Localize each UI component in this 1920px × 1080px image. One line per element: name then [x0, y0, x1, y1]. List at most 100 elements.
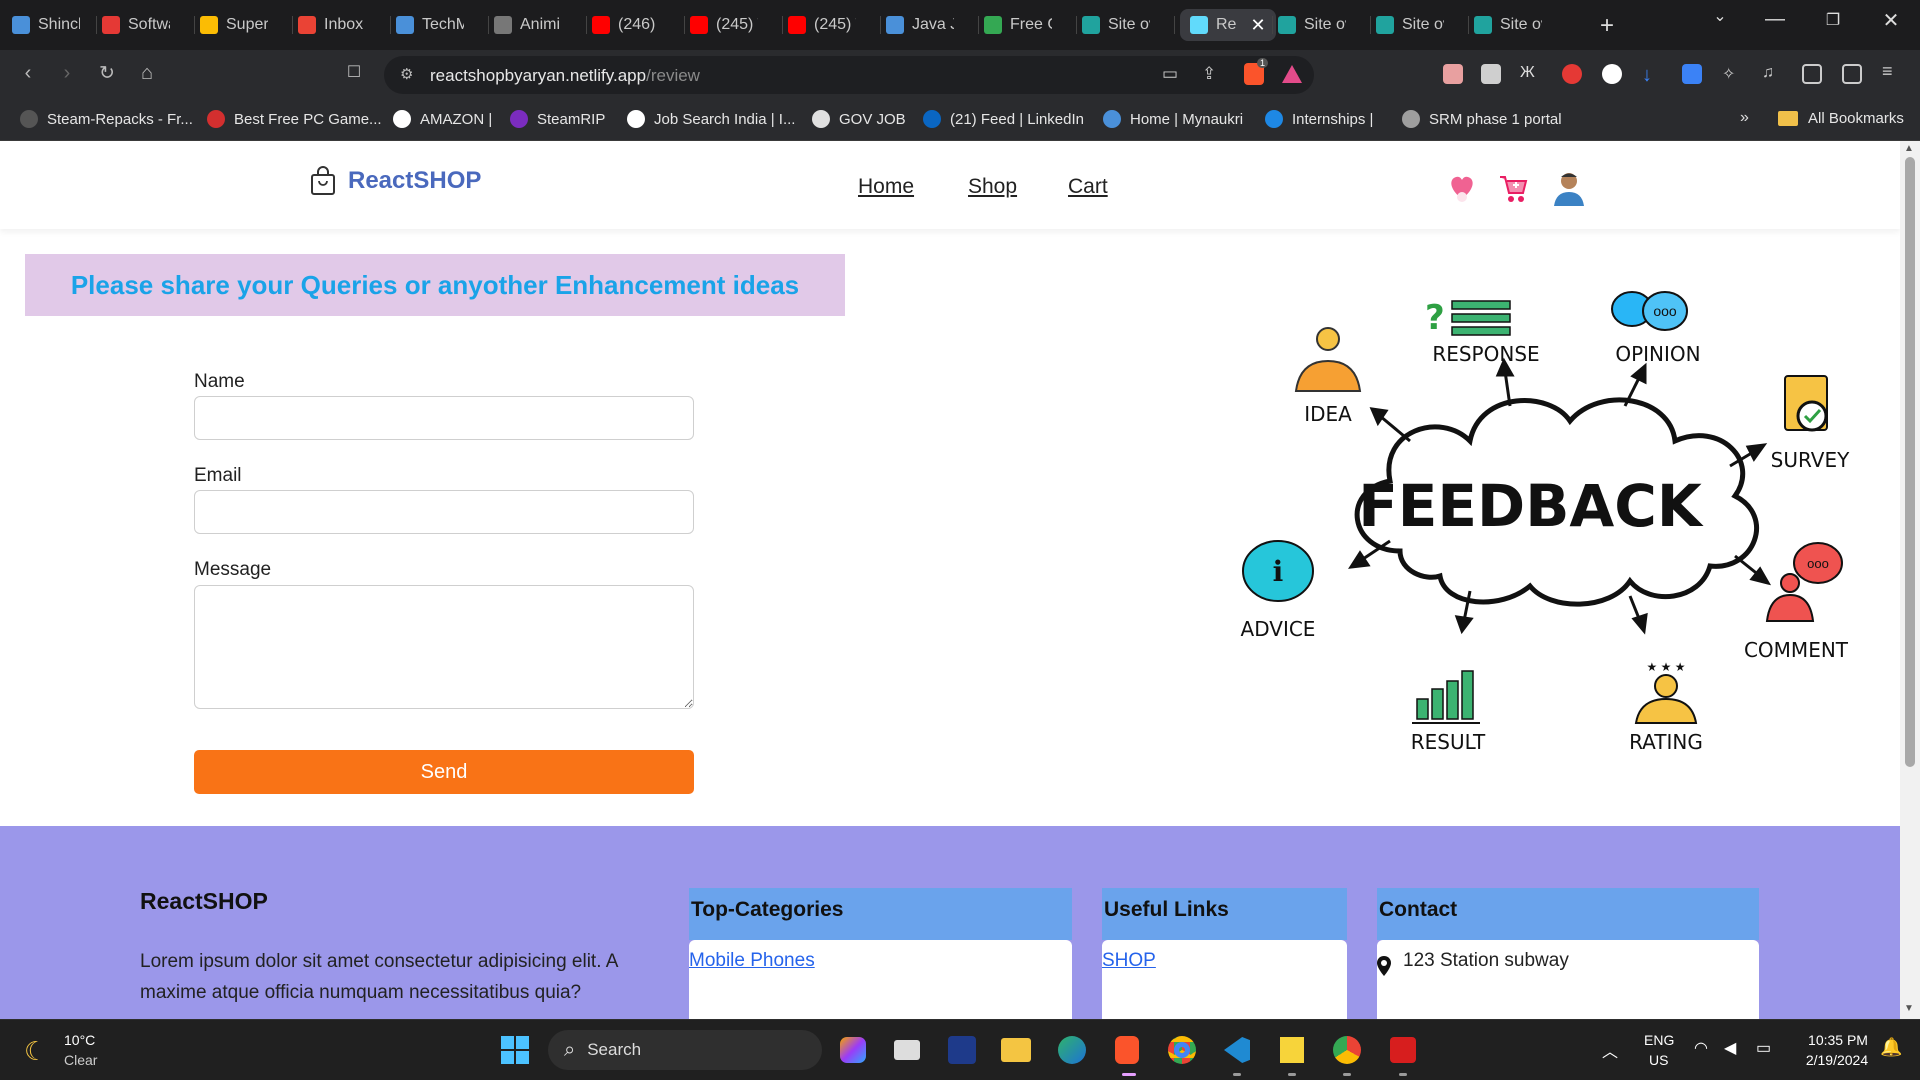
avatar[interactable]: [1550, 166, 1588, 206]
notification-bell-icon[interactable]: 🔔: [1880, 1037, 1902, 1058]
sticky-notes-icon[interactable]: [1275, 1033, 1309, 1067]
forward-button[interactable]: ›: [53, 62, 81, 85]
translate-icon[interactable]: Ж: [1520, 64, 1540, 84]
site-info-icon[interactable]: ⚙: [400, 65, 413, 83]
windows-start-icon[interactable]: [498, 1033, 532, 1067]
bookmark-label: Job Search India | I...: [654, 110, 796, 128]
bookmark-item-7[interactable]: (21) Feed | LinkedIn: [923, 110, 1084, 128]
brave-browser-icon[interactable]: [1110, 1033, 1144, 1067]
acrobat-icon[interactable]: [1386, 1033, 1420, 1067]
sidebar-icon[interactable]: [1802, 64, 1822, 84]
message-field[interactable]: [194, 585, 694, 709]
share-icon[interactable]: ⇪: [1202, 64, 1216, 84]
taskbar-search[interactable]: ⌕ Search: [548, 1030, 822, 1070]
browser-tab-7[interactable]: (246) F: [592, 9, 660, 41]
moon-weather-icon[interactable]: ☾: [24, 1036, 47, 1067]
clock-time[interactable]: 10:35 PM: [1803, 1032, 1873, 1048]
reload-button[interactable]: ↻: [93, 62, 121, 85]
bookmark-item-10[interactable]: SRM phase 1 portal: [1402, 110, 1562, 128]
nav-cart-link[interactable]: Cart: [1068, 175, 1108, 199]
home-button[interactable]: ⌂: [133, 62, 161, 85]
download-icon[interactable]: ↓: [1642, 64, 1662, 86]
extension-2-icon[interactable]: [1481, 64, 1501, 84]
mobile-phones-link[interactable]: Mobile Phones: [689, 950, 815, 972]
bookmark-item-4[interactable]: SteamRIP: [510, 110, 605, 128]
email-field[interactable]: [194, 490, 694, 534]
browser-tab-4[interactable]: Inbox: [298, 9, 363, 41]
back-button[interactable]: ‹: [14, 62, 42, 85]
all-bookmarks-button[interactable]: All Bookmarks: [1778, 110, 1904, 127]
bookmark-item-8[interactable]: Home | Mynaukri: [1103, 110, 1243, 128]
chrome-icon[interactable]: [1165, 1033, 1199, 1067]
battery-icon[interactable]: ▭: [1756, 1038, 1771, 1058]
browser-tab-14[interactable]: Site ov: [1278, 9, 1346, 41]
wallet-icon[interactable]: [1842, 64, 1862, 84]
browser-tab-10[interactable]: Java Jo: [886, 9, 954, 41]
scroll-up-arrow-icon[interactable]: ▲: [1904, 143, 1914, 154]
browser-tab-3[interactable]: Super: [200, 9, 268, 41]
language-top[interactable]: ENG: [1644, 1032, 1674, 1048]
extension-profile-icon[interactable]: [1602, 64, 1622, 84]
browser-tab-5[interactable]: TechM: [396, 9, 464, 41]
edge-icon[interactable]: [1055, 1033, 1089, 1067]
scroll-down-arrow-icon[interactable]: ▼: [1904, 1003, 1914, 1014]
nav-home-link[interactable]: Home: [858, 175, 914, 199]
game-app-icon[interactable]: [945, 1033, 979, 1067]
copilot-icon[interactable]: [836, 1033, 870, 1067]
file-explorer-icon[interactable]: [999, 1033, 1033, 1067]
new-tab-button[interactable]: +: [1600, 12, 1614, 40]
show-hidden-icons-button[interactable]: ︿: [1602, 1038, 1618, 1062]
close-window-button[interactable]: ✕: [1871, 8, 1911, 33]
browser-tab-16[interactable]: Site ov: [1474, 9, 1542, 41]
extension-1-icon[interactable]: [1443, 64, 1463, 84]
browser-tab-15[interactable]: Site ov: [1376, 9, 1444, 41]
tab-search-icon[interactable]: ⌄: [1700, 6, 1740, 26]
address-bar[interactable]: ⚙ reactshopbyaryan.netlify.app/review ▭ …: [384, 56, 1314, 94]
minimize-button[interactable]: —: [1755, 8, 1795, 31]
restore-button[interactable]: ❐: [1813, 10, 1853, 30]
browser-tab-12[interactable]: Site ov: [1082, 9, 1150, 41]
vscode-icon[interactable]: [1220, 1033, 1254, 1067]
browser-tab-13[interactable]: Re ✕: [1180, 9, 1276, 41]
media-icon[interactable]: ♫: [1762, 64, 1782, 84]
browser-tab-9[interactable]: (245) T: [788, 9, 856, 41]
weather-desc[interactable]: Clear: [64, 1052, 97, 1068]
bookmark-item-2[interactable]: Best Free PC Game...: [207, 110, 382, 128]
send-button[interactable]: Send: [194, 750, 694, 794]
download-manager-icon[interactable]: [1682, 64, 1702, 84]
cast-icon[interactable]: ▭: [1162, 64, 1178, 84]
nav-shop-link[interactable]: Shop: [968, 175, 1017, 199]
browser-tab-8[interactable]: (245) T: [690, 9, 758, 41]
cart-icon[interactable]: [1497, 171, 1529, 205]
scrollbar-thumb[interactable]: [1905, 157, 1915, 767]
brave-rewards-icon[interactable]: [1282, 65, 1302, 83]
url-text[interactable]: reactshopbyaryan.netlify.app/review: [430, 66, 700, 86]
weather-temp[interactable]: 10°C: [64, 1032, 95, 1048]
wifi-icon[interactable]: ◠: [1694, 1038, 1708, 1058]
bookmark-item-3[interactable]: AMAZON |: [393, 110, 492, 128]
browser-tab-2[interactable]: Softwa: [102, 9, 170, 41]
bookmark-item-1[interactable]: Steam-Repacks - Fr...: [20, 110, 193, 128]
shop-footer-link[interactable]: SHOP: [1102, 950, 1156, 972]
page-scrollbar[interactable]: ▲ ▼: [1900, 141, 1920, 1019]
site-brand[interactable]: ReactSHOP: [310, 166, 481, 196]
name-field[interactable]: [194, 396, 694, 440]
bookmark-page-icon[interactable]: ☐: [340, 62, 368, 82]
browser-tab-11[interactable]: Free G: [984, 9, 1052, 41]
bookmark-item-6[interactable]: GOV JOB: [812, 110, 906, 128]
bookmark-item-5[interactable]: Job Search India | I...: [627, 110, 795, 128]
wishlist-heart-icon[interactable]: [1447, 171, 1477, 205]
browser-tab-1[interactable]: Shinch: [12, 9, 80, 41]
extensions-puzzle-icon[interactable]: ✧: [1722, 64, 1742, 84]
extension-r-icon[interactable]: [1562, 64, 1582, 84]
bookmark-item-9[interactable]: Internships |: [1265, 110, 1373, 128]
language-bottom[interactable]: US: [1649, 1052, 1668, 1068]
clock-date[interactable]: 2/19/2024: [1797, 1052, 1877, 1068]
task-view-icon[interactable]: [890, 1033, 924, 1067]
volume-icon[interactable]: ◀: [1724, 1038, 1736, 1058]
close-tab-icon[interactable]: ✕: [1250, 15, 1265, 36]
browser-tab-6[interactable]: Animi: [494, 9, 560, 41]
bookmarks-overflow-button[interactable]: »: [1740, 109, 1749, 127]
chrome-profile-icon[interactable]: [1330, 1033, 1364, 1067]
menu-icon[interactable]: ≡: [1882, 61, 1902, 81]
